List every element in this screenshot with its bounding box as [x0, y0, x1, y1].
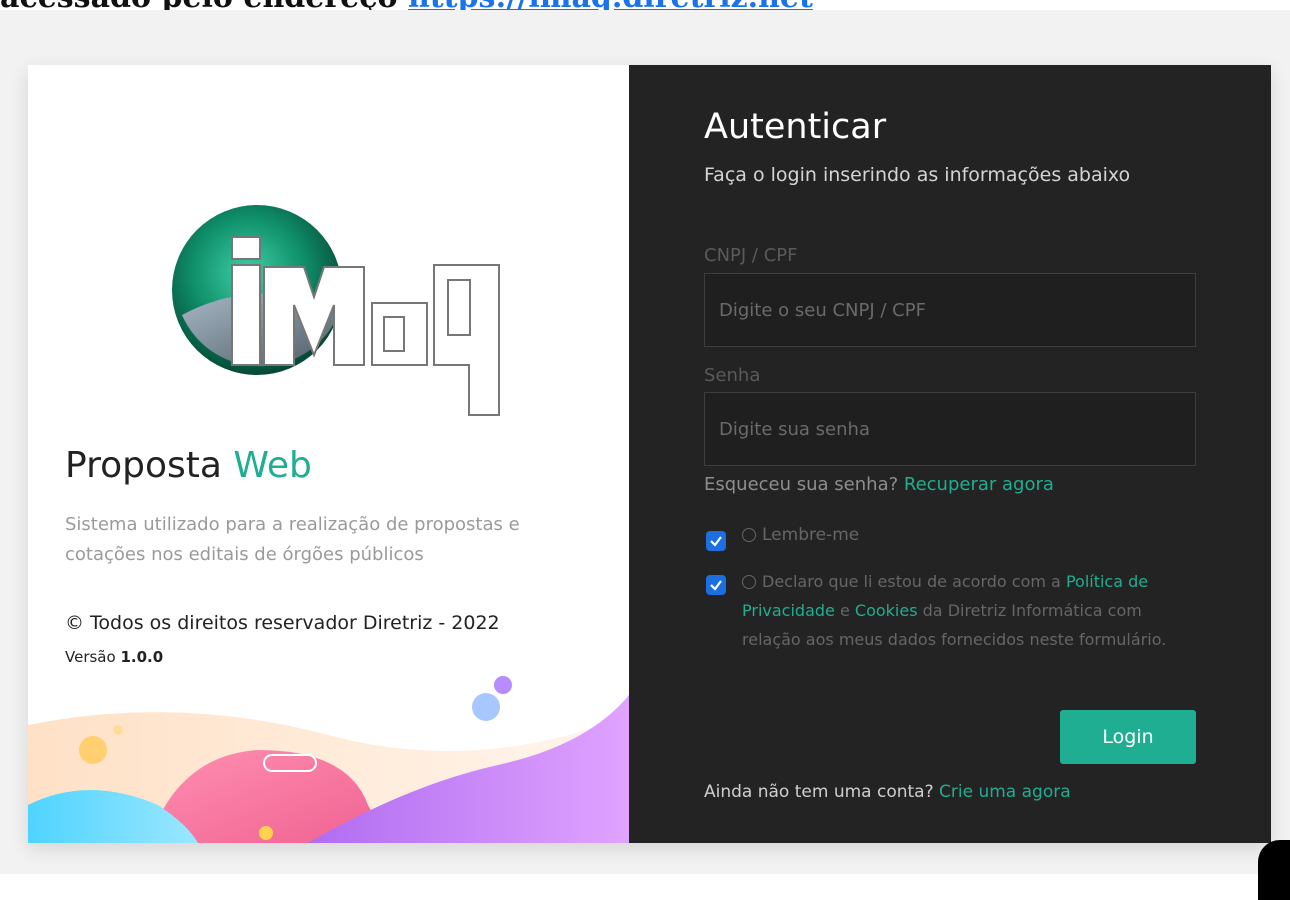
decorative-waves — [28, 676, 629, 843]
copyright-text: © Todos os direitos reservador Diretriz … — [65, 612, 500, 634]
forgot-prefix: Esqueceu sua senha? — [704, 474, 899, 495]
check-icon — [710, 580, 722, 591]
banner-prefix: acessado pelo endereço — [0, 0, 408, 10]
imaq-logo — [172, 205, 500, 416]
terms-and: e — [839, 601, 850, 620]
remember-checkbox[interactable] — [706, 531, 726, 551]
clock-icon — [742, 528, 756, 542]
signup-link[interactable]: Crie uma agora — [939, 782, 1071, 802]
brand-title-accent: Web — [233, 445, 312, 486]
forgot-password-text: Esqueceu sua senha? Recuperar agora — [704, 474, 1054, 495]
corner-widget[interactable] — [1258, 840, 1290, 900]
terms-prefix: Declaro que li estou de acordo com a — [762, 572, 1061, 591]
signup-text: Ainda não tem uma conta? Crie uma agora — [704, 782, 1071, 802]
terms-checkbox[interactable] — [706, 575, 726, 595]
remember-label: Lembre-me — [762, 525, 860, 545]
auth-title: Autenticar — [704, 107, 887, 147]
password-label: Senha — [704, 365, 761, 386]
cnpj-input[interactable] — [704, 273, 1196, 347]
auth-panel: Autenticar Faça o login inserindo as inf… — [629, 65, 1271, 843]
cookies-link[interactable]: Cookies — [855, 601, 918, 620]
signup-prefix: Ainda não tem uma conta? — [704, 782, 934, 802]
brand-title: Proposta Web — [65, 445, 312, 486]
info-icon — [742, 575, 756, 589]
password-input[interactable] — [704, 392, 1196, 466]
brand-description: Sistema utilizado para a realização de p… — [65, 514, 520, 565]
auth-subtitle: Faça o login inserindo as informações ab… — [704, 164, 1131, 186]
terms-text: Declaro que li estou de acordo com a Pol… — [742, 567, 1182, 654]
check-icon — [710, 536, 722, 547]
brand-panel: Proposta Web Sistema utilizado para a re… — [28, 65, 629, 843]
login-button[interactable]: Login — [1060, 710, 1196, 764]
recover-link[interactable]: Recuperar agora — [904, 474, 1054, 495]
banner-link[interactable]: https://imaq.diretriz.net — [408, 0, 813, 10]
remember-label-row: Lembre-me — [742, 525, 859, 545]
brand-title-main: Proposta — [65, 445, 222, 486]
login-card: Proposta Web Sistema utilizado para a re… — [28, 65, 1271, 843]
cnpj-label: CNPJ / CPF — [704, 245, 798, 266]
top-banner-text: acessado pelo endereço https://imaq.dire… — [0, 0, 1290, 10]
